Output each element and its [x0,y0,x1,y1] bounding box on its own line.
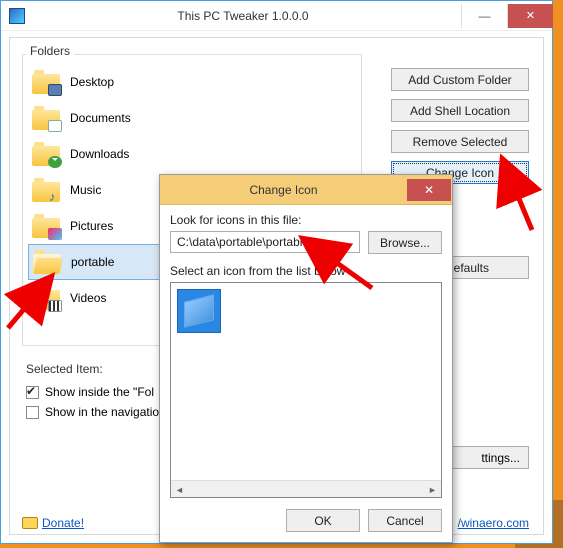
donate-link[interactable]: Donate! [22,516,84,530]
folder-row[interactable]: Desktop [28,64,354,100]
browse-button[interactable]: Browse... [368,231,442,254]
option-row[interactable]: Show in the navigatio [26,402,166,422]
icon-list[interactable]: ◄ ► [170,282,442,498]
folder-icon [32,70,60,94]
folder-name: Pictures [70,219,113,233]
icon-path-input[interactable]: C:\data\portable\portable.ico [170,231,360,253]
ok-button[interactable]: OK [286,509,360,532]
window-title: This PC Tweaker 1.0.0.0 [25,9,461,23]
add-custom-folder-button[interactable]: Add Custom Folder [391,68,529,91]
selected-item-group: Selected Item: Show inside the "Fol Show … [26,362,166,422]
look-for-label: Look for icons in this file: [170,213,442,227]
folder-icon [32,142,60,166]
folders-label: Folders [26,44,74,58]
site-link[interactable]: /winaero.com [458,516,529,530]
checkbox[interactable] [26,386,39,399]
scroll-left-button[interactable]: ◄ [171,481,188,498]
folder-icon [32,214,60,238]
folder-name: portable [71,255,114,269]
folder-name: Desktop [70,75,114,89]
minimize-button[interactable] [461,4,507,28]
selected-item-title: Selected Item: [26,362,166,376]
donate-icon [22,517,38,529]
right-buttons: Add Custom Folder Add Shell Location Rem… [391,68,529,184]
close-button[interactable] [507,4,553,28]
dialog-titlebar[interactable]: Change Icon ✕ [160,175,452,205]
add-shell-location-button[interactable]: Add Shell Location [391,99,529,122]
icon-item-selected[interactable] [177,289,221,333]
folder-name: Videos [70,291,106,305]
option-row[interactable]: Show inside the "Fol [26,382,166,402]
change-icon-dialog: Change Icon ✕ Look for icons in this fil… [159,174,453,543]
donate-text: Donate! [42,516,84,530]
app-icon [9,8,25,24]
folder-icon [32,286,60,310]
folder-row[interactable]: Downloads [28,136,354,172]
scroll-right-button[interactable]: ► [424,481,441,498]
folder-name: Downloads [70,147,129,161]
select-icon-label: Select an icon from the list below [170,264,442,278]
folder-name: Documents [70,111,131,125]
dialog-title: Change Icon [160,183,407,197]
remove-selected-button[interactable]: Remove Selected [391,130,529,153]
folder-icon [32,178,60,202]
dialog-close-button[interactable]: ✕ [407,179,451,201]
folder-name: Music [70,183,101,197]
option-label: Show inside the "Fol [45,385,154,399]
folder-icon [32,106,60,130]
horizontal-scrollbar[interactable]: ◄ ► [171,480,441,497]
folder-icon [33,250,61,274]
folder-row[interactable]: Documents [28,100,354,136]
checkbox[interactable] [26,406,39,419]
option-label: Show in the navigatio [45,405,159,419]
titlebar[interactable]: This PC Tweaker 1.0.0.0 [1,1,552,31]
cancel-button[interactable]: Cancel [368,509,442,532]
